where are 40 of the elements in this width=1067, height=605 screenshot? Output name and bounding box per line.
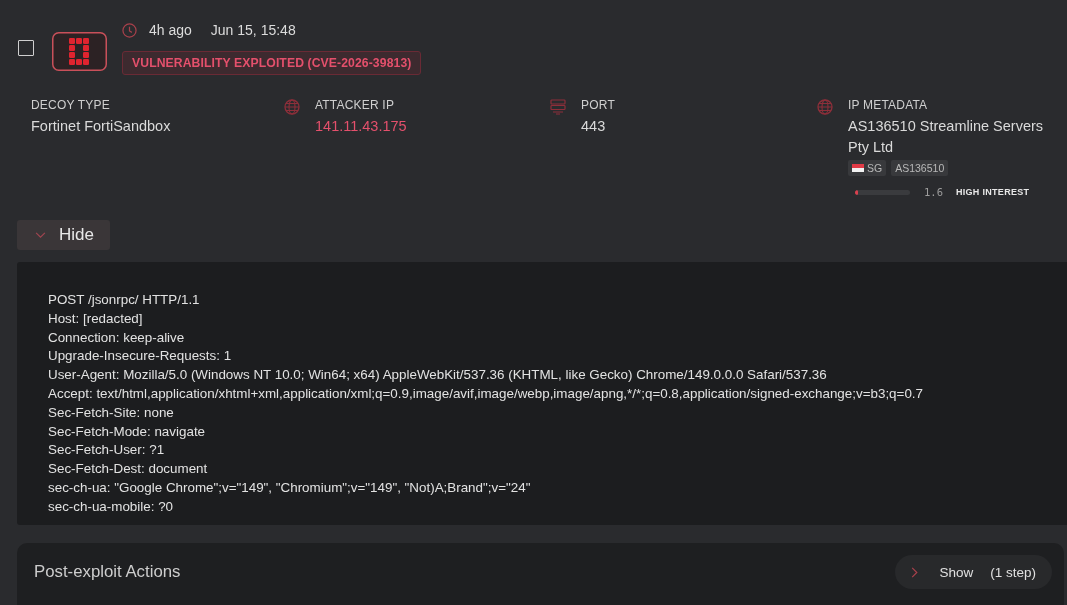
ip-metadata-value: AS136510 Streamline Servers Pty Ltd <box>848 117 1045 157</box>
select-checkbox[interactable] <box>18 40 34 56</box>
request-line: Sec-Fetch-Dest: document <box>48 460 208 479</box>
request-line: POST /jsonrpc/ HTTP/1.1 <box>48 291 200 309</box>
timestamp: Jun 15, 15:48 <box>210 22 296 38</box>
globe-icon <box>284 99 300 115</box>
request-line: Sec-Fetch-Mode: navigate <box>48 422 206 441</box>
request-line: Upgrade-Insecure-Requests: 1 <box>48 347 232 366</box>
field-label: DECOY TYPE <box>31 98 111 112</box>
field-value: 141.11.43.175 <box>315 117 407 136</box>
show-steps-button[interactable]: Show (1 step) <box>895 555 1052 589</box>
flag-icon <box>852 164 864 172</box>
post-exploit-title: Post-exploit Actions <box>34 562 181 582</box>
asn-tag: AS136510 <box>891 160 949 176</box>
country-code: SG <box>867 161 883 175</box>
time-ago: 4h ago <box>149 22 192 38</box>
field-value: Fortinet FortiSandbox <box>31 117 171 136</box>
request-line: Accept: text/html,application/xhtml+xml,application/xml;q=0.9,image/avif,image/webp,image/apng,*/*;q=0.8,application/signed-exchange;v=b3;q=0.7 <box>48 385 923 403</box>
clock-icon <box>122 22 137 38</box>
square-grid-logo-icon <box>52 32 107 71</box>
request-line: Sec-Fetch-Site: none <box>48 403 174 422</box>
request-line: Connection: keep-alive <box>48 328 185 347</box>
request-line: Host: [redacted] <box>48 309 143 328</box>
field-label: IP METADATA <box>848 98 929 112</box>
request-line: sec-ch-ua: "Google Chrome";v="149", "Chromium";v="149", "Not)A;Brand";v="24" <box>48 478 531 497</box>
chevron-down-icon <box>35 231 46 239</box>
request-line: User-Agent: Mozilla/5.0 (Windows NT 10.0; Win64; x64) AppleWebKit/537.36 (KHTML, like Gecko) Chrome/149.0.0.0 Safari/537.36 <box>48 366 827 385</box>
field-label: PORT <box>581 98 615 112</box>
interest-meter-track <box>855 189 910 195</box>
interest-label: HIGH INTEREST <box>955 187 1030 197</box>
hide-request-button[interactable]: Hide <box>17 220 110 250</box>
globe-icon <box>817 99 833 115</box>
request-line: sec-ch-ua-mobile: ?0 <box>48 497 174 516</box>
field-label: ATTACKER IP <box>315 98 396 112</box>
exploit-badge: VULNERABILITY EXPLOITED (CVE-2026-39813) <box>122 51 422 75</box>
server-icon <box>550 99 566 115</box>
field-value: 443 <box>581 117 607 136</box>
request-line: Sec-Fetch-User: ?1 <box>48 441 165 460</box>
chevron-right-icon <box>911 566 919 578</box>
interest-score: 1.6 <box>924 186 943 198</box>
